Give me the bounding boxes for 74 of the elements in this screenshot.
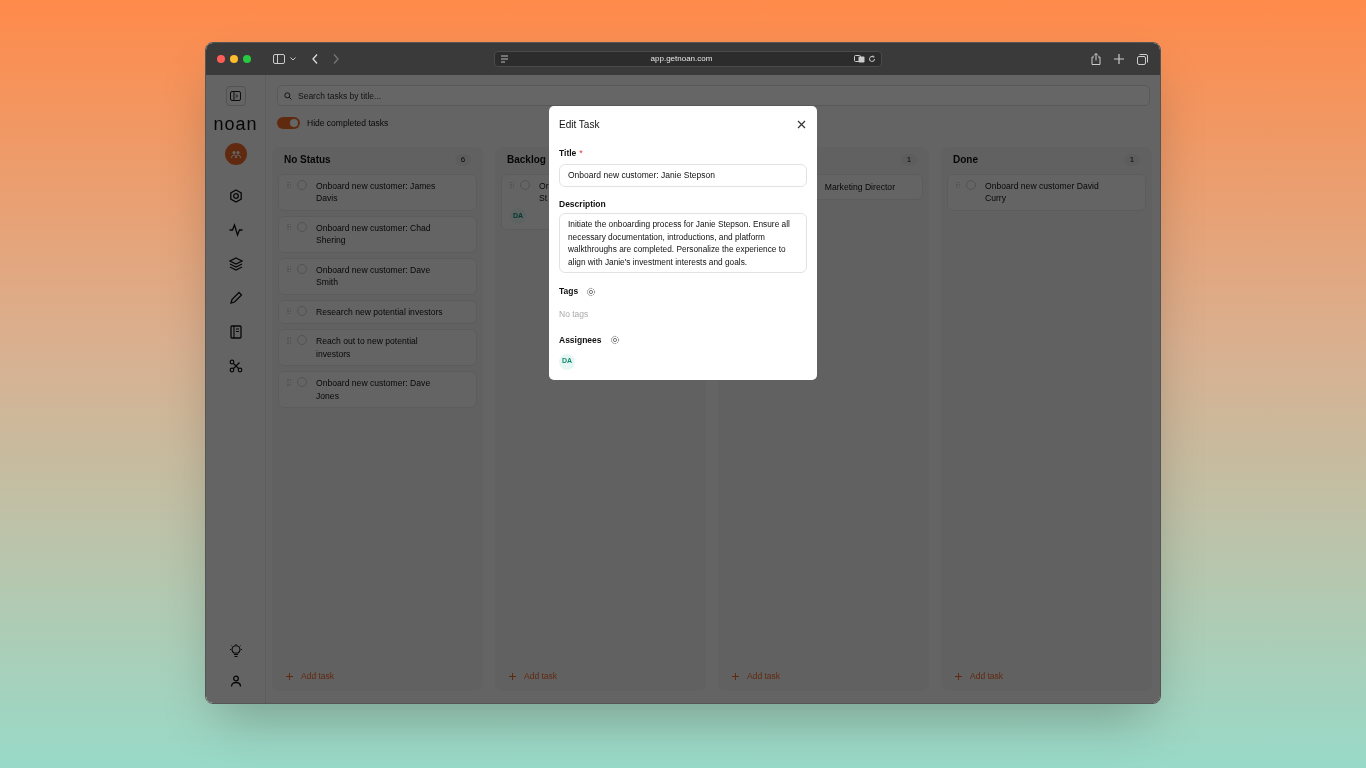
toggle-switch[interactable] bbox=[277, 117, 300, 130]
search-field[interactable]: Search tasks by title... bbox=[277, 85, 1150, 106]
layers-icon[interactable] bbox=[228, 257, 243, 271]
task-card[interactable]: Onboard new customer: James Davis bbox=[278, 173, 477, 211]
notebook-icon[interactable] bbox=[228, 325, 243, 339]
add-task-link[interactable]: Add task bbox=[955, 670, 1004, 683]
panel-toggle-button[interactable] bbox=[225, 86, 246, 106]
hexagon-icon[interactable] bbox=[228, 189, 243, 203]
description-text: Initiate the onboarding process for Janie Stepson. Ensure all necessary documentation, introductions, and platform walkthroughs are completed. Personalize the experience to align with Janie's investment interests and goals. bbox=[568, 218, 791, 269]
close-window-button[interactable] bbox=[217, 55, 225, 63]
add-task-link[interactable]: Add task bbox=[286, 670, 335, 683]
card-title: Onboard new customer: James Davis bbox=[316, 179, 436, 205]
avatar[interactable] bbox=[224, 143, 247, 165]
chevron-down-icon[interactable] bbox=[290, 57, 296, 61]
search-icon bbox=[284, 91, 292, 100]
settings-icon[interactable] bbox=[609, 335, 620, 346]
task-card[interactable]: Reach out to new potential investors bbox=[278, 329, 477, 367]
column-title: Done bbox=[953, 153, 978, 168]
url-text: app.getnoan.com bbox=[649, 53, 714, 65]
people-icon bbox=[230, 149, 241, 159]
logo: noan bbox=[213, 114, 258, 134]
card-title: Onboard new customer: Chad Shering bbox=[316, 221, 431, 247]
card-title: Marketing Director bbox=[824, 180, 895, 194]
task-card[interactable]: Onboard new customer: Dave Jones bbox=[278, 371, 477, 409]
card-title: Research new potential investors bbox=[316, 305, 443, 319]
task-card[interactable]: Research new potential investors bbox=[278, 299, 477, 325]
count-badge: 6 bbox=[455, 153, 471, 166]
column-title: Backlog bbox=[507, 153, 546, 168]
toggle-label: Hide completed tasks bbox=[307, 117, 389, 130]
page-icon bbox=[500, 55, 509, 63]
title-input-field[interactable]: Onboard new customer: Janie Stepson bbox=[559, 163, 807, 187]
task-card[interactable]: Onboard new customer: Dave Smith bbox=[278, 257, 477, 295]
close-icon[interactable] bbox=[797, 120, 806, 129]
plus-icon bbox=[509, 673, 516, 681]
nodes-icon[interactable] bbox=[228, 359, 243, 373]
task-card[interactable]: Onboard new customer David Curry bbox=[947, 173, 1146, 211]
user-icon[interactable] bbox=[229, 675, 242, 687]
panel-icon bbox=[230, 91, 241, 101]
translate-icon[interactable] bbox=[854, 55, 865, 63]
back-icon[interactable] bbox=[312, 54, 318, 64]
field-label: Description bbox=[559, 197, 607, 211]
required-marker: * bbox=[579, 147, 583, 160]
description-field[interactable] bbox=[559, 213, 807, 274]
tabs-icon[interactable] bbox=[1137, 53, 1148, 65]
count-badge: 1 bbox=[1124, 153, 1140, 166]
sidebar-toggle-icon[interactable] bbox=[273, 54, 285, 64]
card-title: Reach out to new potential investors bbox=[316, 335, 418, 361]
dialog-title: Edit Task bbox=[559, 118, 600, 132]
field-label: Title bbox=[559, 147, 577, 161]
empty-tags-text: No tags bbox=[559, 308, 590, 321]
lightbulb-icon[interactable] bbox=[228, 644, 243, 658]
plus-icon[interactable] bbox=[1114, 54, 1124, 64]
settings-icon[interactable] bbox=[586, 286, 597, 297]
card-title: Or St bbox=[539, 179, 549, 205]
share-icon[interactable] bbox=[1091, 53, 1101, 65]
maximize-window-button[interactable] bbox=[243, 55, 251, 63]
card-title: Onboard new customer David Curry bbox=[985, 179, 1099, 205]
reload-icon[interactable] bbox=[868, 55, 876, 63]
task-card[interactable]: Onboard new customer: Chad Shering bbox=[278, 215, 477, 253]
card-title: Onboard new customer: Dave Smith bbox=[316, 263, 431, 289]
plus-icon bbox=[955, 673, 962, 681]
field-label: Tags bbox=[559, 285, 579, 298]
count-badge: 1 bbox=[901, 153, 917, 166]
column-title: No Status bbox=[284, 153, 331, 168]
plus-icon bbox=[732, 673, 739, 681]
card-title: Onboard new customer: Dave Jones bbox=[316, 377, 431, 403]
field-label: Assignees bbox=[559, 333, 602, 347]
add-task-link[interactable]: Add task bbox=[732, 670, 781, 683]
activity-icon[interactable] bbox=[228, 223, 243, 237]
pencil-icon[interactable] bbox=[228, 291, 243, 305]
plus-icon bbox=[286, 673, 293, 681]
address-bar[interactable]: app.getnoan.com bbox=[494, 51, 882, 67]
add-task-link[interactable]: Add task bbox=[509, 670, 558, 683]
minimize-window-button[interactable] bbox=[230, 55, 238, 63]
